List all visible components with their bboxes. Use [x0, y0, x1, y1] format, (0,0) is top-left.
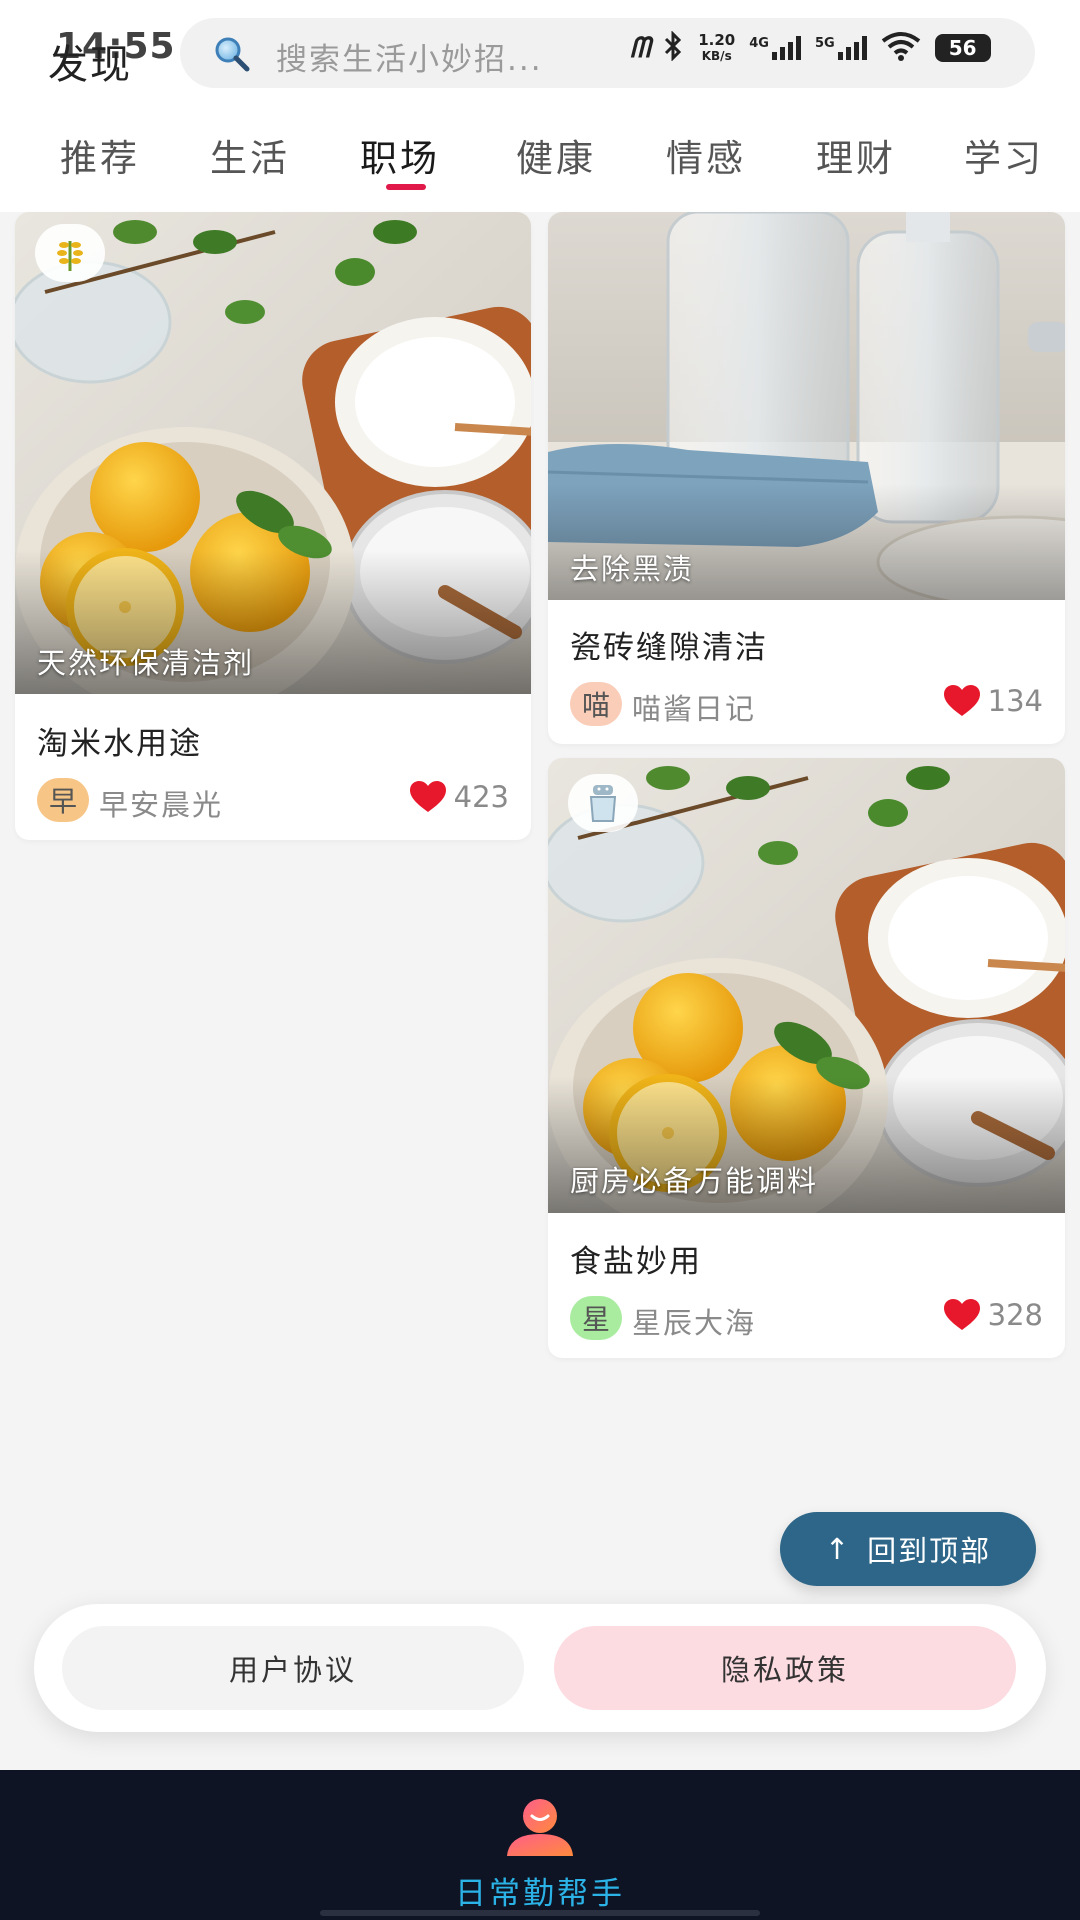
search-input[interactable]: 搜索生活小妙招... — [276, 34, 543, 79]
likes-count: 328 — [987, 1298, 1043, 1332]
post-card[interactable]: 天然环保清洁剂 淘米水用途 早 早安晨光 423 — [15, 212, 531, 840]
status-time: 14:55 — [56, 26, 176, 67]
avatar: 早 — [37, 778, 89, 822]
author-row: 早 早安晨光 423 — [37, 778, 509, 822]
author-row: 星 星辰大海 328 — [570, 1296, 1043, 1340]
agreement-panel: 用户协议 隐私政策 — [34, 1604, 1046, 1732]
card-image: 去除黑渍 — [548, 212, 1065, 600]
signal-4g-icon: 4G — [749, 36, 801, 60]
tab-study[interactable]: 学习 — [964, 128, 1044, 182]
heart-icon — [409, 781, 446, 812]
post-card[interactable]: 厨房必备万能调料 食盐妙用 星 星辰大海 328 — [548, 758, 1065, 1358]
author-name: 喵酱日记 — [632, 692, 757, 726]
author-name: 星辰大海 — [632, 1306, 757, 1340]
likes[interactable]: 423 — [408, 780, 509, 814]
search-icon — [212, 34, 252, 74]
card-title: 食盐妙用 — [570, 1244, 702, 1280]
title-area: 发现 14:55 — [48, 26, 175, 88]
likes-count: 423 — [453, 780, 509, 814]
salt-shaker-icon — [568, 774, 638, 832]
category-tabs: 推荐 生活 职场 健康 情感 理财 学习 — [0, 118, 1080, 198]
app-name: 日常勤帮手 — [455, 1876, 625, 1912]
battery-icon: 56 — [934, 34, 991, 62]
arrow-up-icon: ↑ — [824, 1532, 852, 1566]
active-tab-indicator — [386, 184, 426, 190]
privacy-policy-button[interactable]: 隐私政策 — [554, 1626, 1016, 1710]
likes-count: 134 — [987, 684, 1043, 718]
network-speed: 1.20 KB/s — [698, 31, 736, 63]
tab-health[interactable]: 健康 — [516, 128, 596, 182]
image-caption: 厨房必备万能调料 — [570, 1164, 819, 1198]
heart-icon — [943, 1299, 980, 1330]
back-to-top-button[interactable]: ↑ 回到顶部 — [780, 1512, 1036, 1586]
signal-5g-icon: 5G — [815, 36, 867, 60]
image-caption: 去除黑渍 — [570, 552, 695, 586]
tab-workplace[interactable]: 职场 — [360, 128, 440, 182]
post-card[interactable]: 去除黑渍 瓷砖缝隙清洁 喵 喵酱日记 134 — [548, 212, 1065, 744]
card-title: 瓷砖缝隙清洁 — [570, 630, 768, 666]
home-indicator[interactable] — [320, 1910, 760, 1916]
heart-icon — [943, 685, 980, 716]
bluetooth-icon — [662, 30, 684, 65]
author-name: 早安晨光 — [99, 788, 224, 822]
card-title: 淘米水用途 — [37, 726, 202, 762]
back-to-top-label: 回到顶部 — [867, 1534, 992, 1568]
user-agreement-button[interactable]: 用户协议 — [62, 1626, 524, 1710]
bottom-bar: 日常勤帮手 — [0, 1770, 1080, 1920]
rice-icon — [35, 224, 105, 282]
likes[interactable]: 328 — [942, 1298, 1043, 1332]
author-row: 喵 喵酱日记 134 — [570, 682, 1043, 726]
likes[interactable]: 134 — [942, 684, 1043, 718]
header: 发现 14:55 搜索生活小妙招... ᗰ 1.20 KB/s 4G 5G 56… — [0, 0, 1080, 212]
app-logo-icon — [503, 1798, 577, 1858]
tab-emotion[interactable]: 情感 — [666, 128, 746, 182]
card-image: 天然环保清洁剂 — [15, 212, 531, 694]
status-bar: ᗰ 1.20 KB/s 4G 5G 56 — [630, 28, 991, 68]
tab-life[interactable]: 生活 — [210, 128, 290, 182]
tab-finance[interactable]: 理财 — [816, 128, 896, 182]
carrier-logo-icon: ᗰ — [630, 31, 650, 64]
avatar: 星 — [570, 1296, 622, 1340]
tab-recommend[interactable]: 推荐 — [60, 128, 140, 182]
card-image: 厨房必备万能调料 — [548, 758, 1065, 1213]
image-caption: 天然环保清洁剂 — [37, 646, 255, 680]
wifi-icon — [881, 31, 921, 65]
avatar: 喵 — [570, 682, 622, 726]
